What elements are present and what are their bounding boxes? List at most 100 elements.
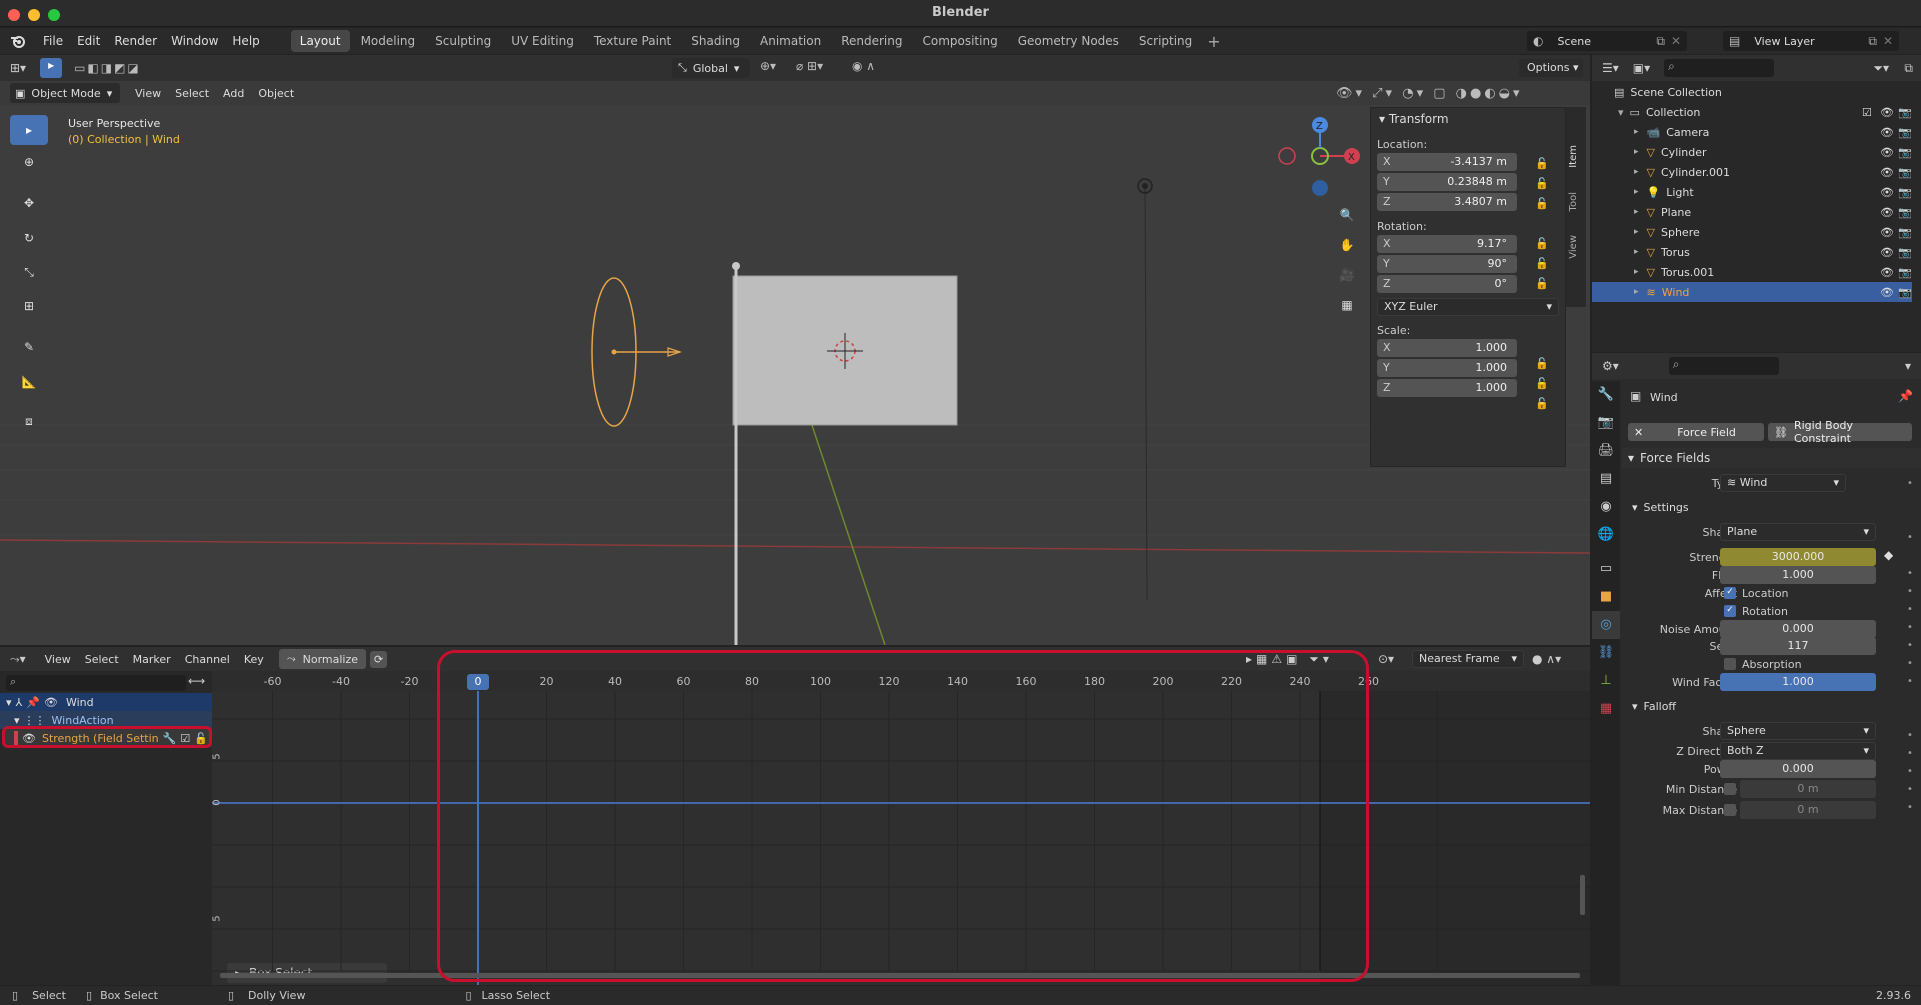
seed-field[interactable]: 117 bbox=[1720, 637, 1876, 655]
outliner-search[interactable]: ⌕ bbox=[1664, 59, 1775, 77]
collection-tab-icon[interactable]: ▭ bbox=[1592, 555, 1620, 583]
wind-factor-field[interactable]: 1.000 bbox=[1720, 673, 1876, 691]
eye-icon[interactable]: 👁 bbox=[1880, 186, 1894, 199]
camera-render-icon[interactable]: 📷 bbox=[1898, 126, 1912, 139]
expand-icon[interactable]: ▸ bbox=[1634, 187, 1639, 197]
graph-menu-marker[interactable]: Marker bbox=[126, 653, 178, 666]
channel-search[interactable]: ⌕ bbox=[6, 675, 186, 691]
chevron-down-icon[interactable]: ▾ bbox=[1905, 359, 1911, 373]
menu-edit[interactable]: Edit bbox=[70, 34, 107, 48]
tab-tool[interactable]: Tool bbox=[1568, 192, 1579, 211]
camera-render-icon[interactable]: 📷 bbox=[1898, 106, 1912, 119]
auto-normalize-icon[interactable]: ⟳ bbox=[370, 650, 388, 668]
camera-render-icon[interactable]: 📷 bbox=[1898, 146, 1912, 159]
eye-icon[interactable]: 👁 bbox=[1880, 206, 1894, 219]
tab-texture-paint[interactable]: Texture Paint bbox=[585, 30, 680, 52]
view-layer-copy-icon[interactable]: ⧉ bbox=[1868, 34, 1877, 49]
view-layer-tab-icon[interactable]: ▤ bbox=[1592, 465, 1620, 493]
eye-icon[interactable]: 👁 bbox=[44, 696, 58, 709]
max-distance-field[interactable]: 0 m bbox=[1740, 801, 1876, 819]
graph-menu-select[interactable]: Select bbox=[78, 653, 126, 666]
normalize-toggle[interactable]: ⤳ Normalize bbox=[278, 649, 367, 669]
transform-header[interactable]: ▾ Transform bbox=[1371, 108, 1565, 130]
tool-tab-icon[interactable]: 🔧 bbox=[1592, 381, 1620, 409]
camera-render-icon[interactable]: 📷 bbox=[1898, 206, 1912, 219]
expand-icon[interactable]: ▸ bbox=[1634, 247, 1639, 257]
ortho-grid-icon[interactable]: ▦ bbox=[1333, 290, 1361, 320]
camera-view-icon[interactable]: 🎥 bbox=[1333, 260, 1361, 290]
collection-row[interactable]: ▾ ▭ Collection ☑ 👁 📷 bbox=[1592, 102, 1912, 122]
eye-icon[interactable]: 👁 bbox=[1880, 146, 1894, 159]
rigid-body-constraint-button[interactable]: ⛓ Rigid Body Constraint bbox=[1768, 419, 1912, 445]
rotation-y-field[interactable]: Y 90° bbox=[1377, 255, 1517, 273]
outliner-item-torus-001[interactable]: ▸ ▽ Torus.001 👁 📷 bbox=[1592, 262, 1912, 282]
camera-render-icon[interactable]: 📷 bbox=[1898, 246, 1912, 259]
texture-tab-icon[interactable]: ▦ bbox=[1592, 695, 1620, 723]
add-cube-tool-icon[interactable]: ⧈ bbox=[10, 403, 48, 439]
expand-icon[interactable]: ▸ bbox=[1634, 207, 1639, 217]
rotation-mode-dropdown[interactable]: XYZ Euler ▾ bbox=[1377, 298, 1559, 316]
tab-compositing[interactable]: Compositing bbox=[913, 30, 1006, 52]
camera-render-icon[interactable]: 📷 bbox=[1898, 166, 1912, 179]
rotation-z-field[interactable]: Z 0° bbox=[1377, 275, 1517, 293]
pivot-point-icon[interactable]: ⊙▾ bbox=[1378, 652, 1394, 666]
measure-tool-icon[interactable]: 📐 bbox=[10, 365, 48, 399]
type-dropdown[interactable]: ≋ Wind ▾ bbox=[1720, 474, 1846, 492]
output-tab-icon[interactable]: 🖨 bbox=[1592, 437, 1620, 465]
eye-icon[interactable]: 👁 bbox=[1880, 126, 1894, 139]
tab-layout[interactable]: Layout bbox=[290, 30, 350, 52]
snap-dropdown[interactable]: Nearest Frame ▾ bbox=[1412, 650, 1524, 668]
location-y-field[interactable]: Y 0.23848 m bbox=[1377, 173, 1517, 191]
expand-icon[interactable]: ▾ bbox=[1618, 106, 1624, 119]
eye-icon[interactable]: 👁 bbox=[1880, 166, 1894, 179]
tab-animation[interactable]: Animation bbox=[751, 30, 830, 52]
expand-icon[interactable]: ▸ bbox=[1634, 167, 1639, 177]
rotation-x-field[interactable]: X 9.17° bbox=[1377, 235, 1517, 253]
falloff-header[interactable]: ▾ Falloff bbox=[1632, 696, 1676, 716]
object-data-tab-icon[interactable]: ⊥ bbox=[1592, 667, 1620, 695]
view-layer-name[interactable]: View Layer bbox=[1754, 35, 1814, 48]
render-tab-icon[interactable]: 📷 bbox=[1592, 409, 1620, 437]
select-box-tool-icon[interactable]: ▸ bbox=[10, 115, 48, 145]
shape-dropdown[interactable]: Plane ▾ bbox=[1720, 523, 1876, 541]
falloff-shape-dropdown[interactable]: Sphere ▾ bbox=[1720, 722, 1876, 740]
menu-file[interactable]: File bbox=[36, 34, 70, 48]
scene-tab-icon[interactable]: ◉ bbox=[1592, 493, 1620, 521]
filter-icon[interactable]: ⏷▾ bbox=[1873, 61, 1889, 76]
object-tab-icon[interactable]: ■ bbox=[1592, 583, 1620, 611]
view-layer-delete-icon[interactable]: ✕ bbox=[1883, 34, 1893, 48]
transform-tool-icon[interactable]: ⊞ bbox=[10, 289, 48, 323]
outliner-item-cylinder[interactable]: ▸ ▽ Cylinder 👁 📷 bbox=[1592, 142, 1912, 162]
swap-icon[interactable]: ⟷ bbox=[188, 674, 205, 688]
blender-logo-icon[interactable] bbox=[10, 34, 30, 48]
tab-rendering[interactable]: Rendering bbox=[832, 30, 911, 52]
eye-icon[interactable]: 👁 bbox=[1880, 286, 1894, 299]
force-field-button[interactable]: ✕ Force Field bbox=[1628, 423, 1764, 441]
location-x-field[interactable]: X -3.4137 m bbox=[1377, 153, 1517, 171]
scene-collection-row[interactable]: ▤ Scene Collection bbox=[1592, 82, 1912, 102]
outliner-item-light[interactable]: ▸ 💡 Light 👁 📷 bbox=[1592, 182, 1912, 202]
location-checkbox[interactable]: ✓ bbox=[1724, 587, 1736, 599]
expand-icon[interactable]: ▸ bbox=[1634, 227, 1639, 237]
scene-copy-icon[interactable]: ⧉ bbox=[1656, 34, 1665, 49]
camera-render-icon[interactable]: 📷 bbox=[1898, 226, 1912, 239]
strength-field[interactable]: 3000.000 bbox=[1720, 548, 1876, 566]
outliner-item-wind[interactable]: ▸ ≋ Wind 👁 📷 bbox=[1592, 282, 1912, 302]
properties-editor-icon[interactable]: ⚙▾ bbox=[1602, 359, 1619, 373]
scale-y-field[interactable]: Y 1.000 bbox=[1377, 359, 1517, 377]
keyframe-diamond-icon[interactable]: ◆ bbox=[1884, 548, 1893, 562]
outliner-item-cylinder-001[interactable]: ▸ ▽ Cylinder.001 👁 📷 bbox=[1592, 162, 1912, 182]
world-tab-icon[interactable]: 🌐 bbox=[1592, 521, 1620, 549]
pin-icon[interactable]: 📌 bbox=[1898, 389, 1913, 403]
zoom-icon[interactable]: 🔍 bbox=[1333, 200, 1361, 230]
graph-editor[interactable]: ⤳▾ View Select Marker Channel Key ⤳ Normaliz… bbox=[0, 647, 1590, 985]
tab-sculpting[interactable]: Sculpting bbox=[426, 30, 500, 52]
expand-icon[interactable]: ▸ bbox=[1634, 127, 1639, 137]
view-layer-selector[interactable]: ▤ View Layer ⧉ ✕ bbox=[1723, 31, 1899, 51]
lock-icons[interactable]: 🔓 🔓 🔓 🔓 🔓 🔓 🔓 🔓 🔓 bbox=[1535, 154, 1549, 414]
expand-icon[interactable]: ▸ bbox=[1634, 147, 1639, 157]
constraints-tab-icon[interactable]: ⛓ bbox=[1592, 639, 1620, 667]
annotate-tool-icon[interactable]: ✎ bbox=[10, 329, 48, 365]
graph-menu-key[interactable]: Key bbox=[237, 653, 271, 666]
scale-x-field[interactable]: X 1.000 bbox=[1377, 339, 1517, 357]
